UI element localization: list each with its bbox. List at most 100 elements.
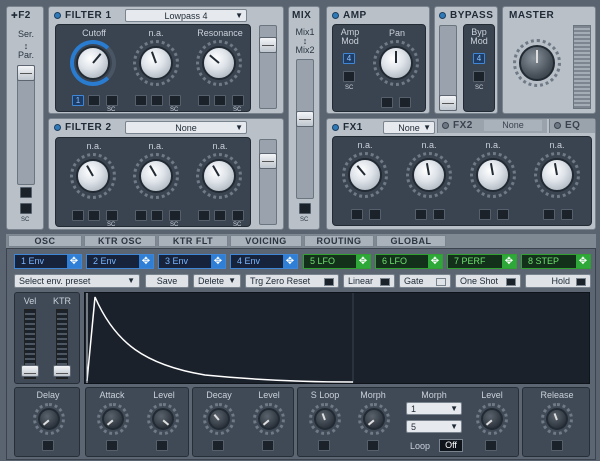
filter1-mod-box-6[interactable] [198,95,210,106]
linear-toggle[interactable]: Linear [343,274,395,288]
decay-level-mod-box[interactable] [262,440,274,451]
filter1-mod-box-2[interactable] [106,95,118,106]
ktr-slider-handle[interactable] [53,365,71,377]
fx-mod-box-5[interactable] [479,209,491,220]
f2-mod-box-2[interactable] [20,203,32,214]
vel-slider-handle[interactable] [21,365,39,377]
filter2-level-track[interactable] [259,139,277,225]
filter2-knob-2[interactable] [139,159,173,193]
env-tab-7[interactable]: 7 PERF ✥ [447,254,517,269]
f2-fader-track[interactable] [17,65,35,185]
filter2-mod-box-2[interactable] [88,210,100,221]
fx2-type-select[interactable]: None [484,120,542,131]
bypass-mod-box[interactable] [473,71,485,82]
env-tab-8[interactable]: 8 STEP ✥ [521,254,591,269]
filter2-mod-box-7[interactable] [198,210,210,221]
fx2-tab[interactable]: FX2 None [437,119,547,133]
bypass-fader-handle[interactable] [439,95,457,111]
attack-knob[interactable] [102,408,124,430]
tab-osc[interactable]: OSC [8,235,82,247]
amp-mod-box[interactable] [343,71,355,82]
eq-power-icon[interactable] [554,122,561,129]
level3-knob[interactable] [481,408,503,430]
morph-select-2[interactable]: 5 ▼ [406,420,462,433]
filter2-mod-box-4[interactable] [135,210,147,221]
filter2-knob-3[interactable] [202,159,236,193]
tab-ktr-flt[interactable]: KTR FLT [158,235,228,247]
bypass-power-icon[interactable] [439,12,446,19]
level3-mod-box[interactable] [485,440,497,451]
hold-toggle[interactable]: Hold [525,274,591,288]
trg-zero-reset-toggle[interactable]: Trg Zero Reset [245,274,339,288]
save-button[interactable]: Save [145,274,189,288]
move-icon[interactable]: ✥ [139,255,153,268]
fx-knob-2[interactable] [412,158,446,192]
move-icon[interactable]: ✥ [576,255,590,268]
filter1-type-select[interactable]: Lowpass 4 ▼ [125,9,247,22]
morph-mod-box[interactable] [367,440,379,451]
filter1-mod-box-7[interactable] [214,95,226,106]
loop-value-button[interactable]: Off [439,439,463,452]
mix-mod-box[interactable] [299,203,311,214]
fx-knob-3[interactable] [476,158,510,192]
filter1-mod-box-1[interactable] [88,95,100,106]
decay-mod-box[interactable] [212,440,224,451]
env-tab-1[interactable]: 1 Env ✥ [14,254,82,269]
filter2-knob-1[interactable] [76,159,110,193]
fx-mod-box-1[interactable] [351,209,363,220]
fx1-type-select[interactable]: None ▼ [383,121,435,134]
attack-level-knob[interactable] [152,408,174,430]
filter1-resonance-knob[interactable] [202,46,236,80]
sloop-knob[interactable] [314,408,336,430]
mix-fader-track[interactable] [296,59,314,199]
filter2-type-select[interactable]: None ▼ [125,121,247,134]
delay-mod-box[interactable] [42,440,54,451]
release-mod-box[interactable] [551,440,563,451]
filter1-level-handle[interactable] [259,37,277,53]
attack-level-mod-box[interactable] [156,440,168,451]
move-icon[interactable]: ✥ [211,255,225,268]
fx-mod-box-6[interactable] [497,209,509,220]
filter2-mod-box-3[interactable] [106,210,118,221]
filter1-na-knob[interactable] [139,46,173,80]
f2-mod-box[interactable] [20,187,32,198]
filter2-level-handle[interactable] [259,153,277,169]
amp-pan-mod-1[interactable] [381,97,393,108]
fx-knob-4[interactable] [540,158,574,192]
fx-mod-box-4[interactable] [433,209,445,220]
move-icon[interactable]: ✥ [67,255,81,268]
decay-knob[interactable] [208,408,230,430]
env-tab-2[interactable]: 2 Env ✥ [86,254,154,269]
envelope-graph[interactable] [84,292,590,384]
filter1-mod-box-8[interactable] [232,95,244,106]
decay-level-knob[interactable] [258,408,280,430]
morph-knob[interactable] [363,408,385,430]
release-knob[interactable] [546,408,568,430]
filter1-mod-box-5[interactable] [169,95,181,106]
amp-power-icon[interactable] [332,12,339,19]
filter2-mod-box-5[interactable] [151,210,163,221]
morph-select-1[interactable]: 1 ▼ [406,402,462,415]
tab-global[interactable]: GLOBAL [376,235,446,247]
filter1-mod-box-3[interactable] [135,95,147,106]
filter2-mod-box-1[interactable] [72,210,84,221]
gate-toggle[interactable]: Gate [399,274,451,288]
sloop-mod-box[interactable] [318,440,330,451]
master-volume-knob[interactable] [519,45,555,81]
mix-fader-handle[interactable] [296,111,314,127]
delay-knob[interactable] [38,408,60,430]
filter1-cutoff-knob[interactable] [76,46,110,80]
filter2-power-icon[interactable] [54,124,61,131]
tab-routing[interactable]: ROUTING [304,235,374,247]
filter1-power-icon[interactable] [54,12,61,19]
tab-ktr-osc[interactable]: KTR OSC [84,235,156,247]
fx1-power-icon[interactable] [332,124,339,131]
env-tab-3[interactable]: 3 Env ✥ [158,254,226,269]
fx2-power-icon[interactable] [442,122,449,129]
fx-mod-box-3[interactable] [415,209,427,220]
attack-mod-box[interactable] [106,440,118,451]
delete-select[interactable]: Delete ▼ [193,274,241,288]
f2-fader-handle[interactable] [17,65,35,81]
fx-knob-1[interactable] [348,158,382,192]
amp-mod-value[interactable]: 4 [343,53,355,64]
